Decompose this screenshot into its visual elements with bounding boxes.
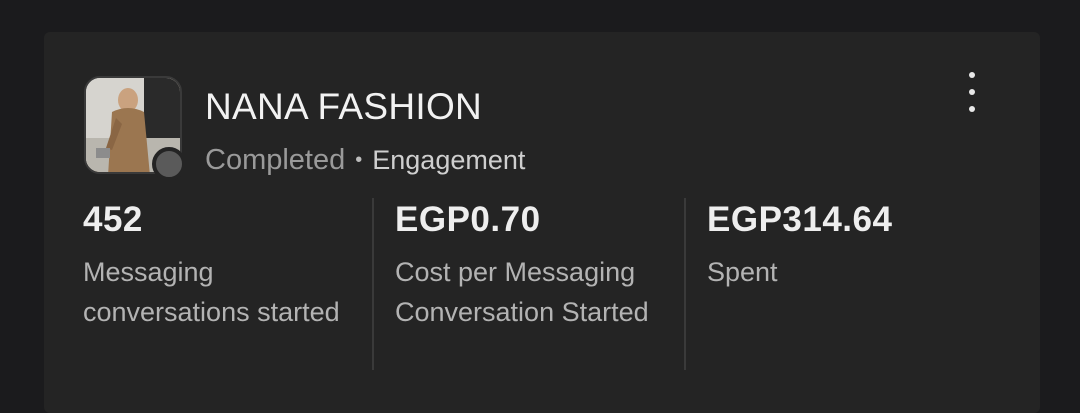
metric-spent: EGP314.64 Spent xyxy=(707,200,987,292)
menu-dot-icon xyxy=(969,106,975,112)
metric-label: Messaging conversations started xyxy=(83,257,340,327)
status-indicator-icon xyxy=(152,147,186,181)
metric-cost-per-conversation: EGP0.70 Cost per Messaging Conversation … xyxy=(395,200,695,332)
separator-dot: • xyxy=(355,149,363,171)
objective-label: Engagement xyxy=(372,145,526,175)
metric-value: 452 xyxy=(83,200,143,239)
more-options-button[interactable] xyxy=(960,72,984,112)
metric-divider xyxy=(372,198,374,370)
metric-divider xyxy=(684,198,686,370)
metric-label: Spent xyxy=(707,257,778,287)
campaign-subtitle: Completed • Engagement xyxy=(205,144,525,177)
screen: NANA FASHION Completed • Engagement 452 … xyxy=(0,0,1080,413)
metric-label: Cost per Messaging Conversation Started xyxy=(395,257,649,327)
campaign-title[interactable]: NANA FASHION xyxy=(205,86,482,128)
campaign-card[interactable]: NANA FASHION Completed • Engagement 452 … xyxy=(44,32,1040,413)
metric-conversations: 452 Messaging conversations started xyxy=(83,200,343,332)
metric-value: EGP314.64 xyxy=(707,200,893,239)
menu-dot-icon xyxy=(969,72,975,78)
menu-dot-icon xyxy=(969,89,975,95)
status-label: Completed xyxy=(205,144,346,176)
metric-value: EGP0.70 xyxy=(395,200,541,239)
